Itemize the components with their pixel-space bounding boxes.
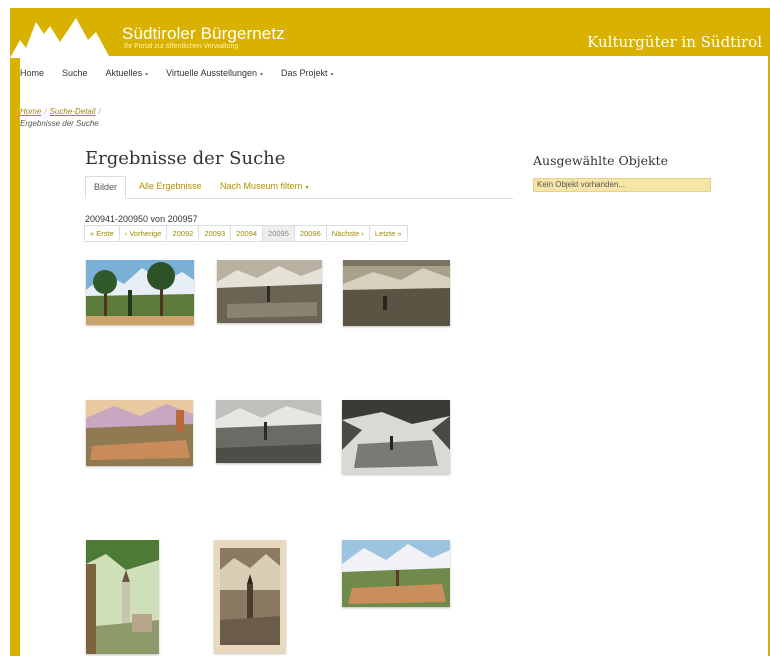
nav-das-projekt[interactable]: Das Projekt ▾ <box>281 68 334 78</box>
tab-nach-museum-filtern[interactable]: Nach Museum filtern ▾ <box>212 176 317 197</box>
thumbnail-sepia-church-tower[interactable] <box>214 540 286 653</box>
site-header: Südtiroler Bürgernetz Ihr Portal zur öff… <box>10 8 770 62</box>
mountain-logo-icon[interactable] <box>10 12 120 62</box>
page-title: Ergebnisse der Suche <box>85 148 286 169</box>
brand-title[interactable]: Südtiroler Bürgernetz <box>122 24 285 44</box>
caret-down-icon: ▾ <box>305 185 309 191</box>
pager-page[interactable]: 20093 <box>198 225 232 242</box>
caret-down-icon: ▾ <box>260 72 264 78</box>
caret-down-icon: ▾ <box>330 72 334 78</box>
thumbnail-town-valley-sepia-2[interactable] <box>343 260 450 326</box>
caret-down-icon: ▾ <box>145 72 149 78</box>
pager-page[interactable]: 20092 <box>166 225 200 242</box>
thumbnail-color-town-mountain[interactable] <box>86 400 193 466</box>
pager-last[interactable]: Letzte » <box>368 225 408 242</box>
thumbnail-pergola-church-postcard[interactable] <box>86 540 159 654</box>
pager-previous[interactable]: ‹ Vorherige <box>118 225 168 242</box>
thumbnail-town-valley-sepia-1[interactable] <box>217 260 322 323</box>
breadcrumb-current: Ergebnisse der Suche <box>20 119 99 128</box>
breadcrumb-separator: / <box>98 107 101 116</box>
pager-page-current[interactable]: 20095 <box>262 225 295 242</box>
pager-page[interactable]: 20094 <box>230 225 264 242</box>
site-title[interactable]: Kulturgüter in Südtirol <box>587 33 762 51</box>
results-range: 200941-200950 von 200957 <box>85 214 198 224</box>
nav-aktuelles[interactable]: Aktuelles ▾ <box>106 68 149 78</box>
nav-virtuelle-ausstellungen[interactable]: Virtuelle Ausstellungen ▾ <box>166 68 263 78</box>
selected-objects-title: Ausgewählte Objekte <box>533 153 669 168</box>
pager-page[interactable]: 20096 <box>293 225 327 242</box>
thumbnail-palms-mountain-postcard[interactable] <box>86 260 194 325</box>
nav-home-label: Home <box>20 68 45 78</box>
nav-aktuelles-label: Aktuelles <box>105 68 143 78</box>
nav-virtuelle-label: Virtuelle Ausstellungen <box>166 68 257 78</box>
thumbnail-color-town-alps[interactable] <box>342 540 450 607</box>
nav-suche-label: Suche <box>62 68 88 78</box>
thumbnail-framed-town-branches[interactable] <box>342 400 450 474</box>
breadcrumb: Home / Suche-Detail / Ergebnisse der Suche <box>20 106 104 130</box>
tab-bilder[interactable]: Bilder <box>85 176 127 199</box>
main-content: Home Suche Aktuelles ▾ Virtuelle Ausstell… <box>20 56 768 656</box>
pagination: « Erste ‹ Vorherige 20092 20093 20094 20… <box>84 225 408 242</box>
main-nav: Home Suche Aktuelles ▾ Virtuelle Ausstell… <box>20 68 352 78</box>
nav-projekt-label: Das Projekt <box>281 68 328 78</box>
pager-first[interactable]: « Erste <box>84 225 120 242</box>
tab-filter-label: Nach Museum filtern <box>220 181 303 191</box>
tab-alle-ergebnisse[interactable]: Alle Ergebnisse <box>131 176 210 197</box>
breadcrumb-suche-detail-link[interactable]: Suche-Detail <box>50 107 96 116</box>
breadcrumb-home-link[interactable]: Home <box>20 107 41 116</box>
brand-subtitle: Ihr Portal zur öffentlichen Verwaltung <box>124 43 239 50</box>
thumbnail-gray-valley-town[interactable] <box>216 400 321 463</box>
nav-home[interactable]: Home <box>20 68 44 78</box>
selected-objects-empty: Kein Objekt vorhanden... <box>533 178 711 192</box>
breadcrumb-separator: / <box>44 107 47 116</box>
pager-next[interactable]: Nächste › <box>325 225 370 242</box>
nav-suche[interactable]: Suche <box>62 68 88 78</box>
results-tabs: Bilder Alle Ergebnisse Nach Museum filte… <box>85 176 513 199</box>
